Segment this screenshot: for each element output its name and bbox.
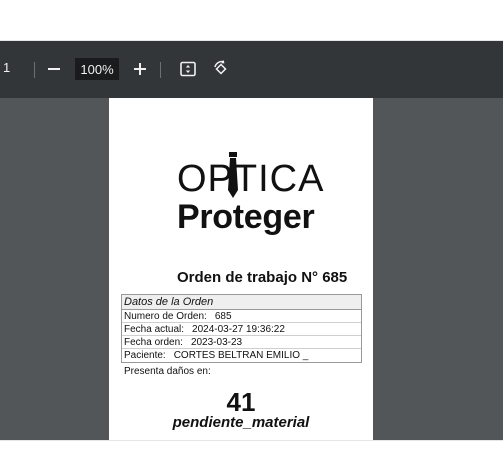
pdf-viewer-area[interactable]: OPTICA Proteger Orden de trabajo N° 685 … bbox=[0, 98, 503, 440]
row-value: 2023-03-23 bbox=[190, 337, 243, 348]
order-title: Orden de trabajo N° 685 bbox=[177, 269, 348, 286]
row-value: CORTES BELTRAN EMILIO _ bbox=[173, 350, 309, 361]
zoom-out-button[interactable] bbox=[42, 57, 66, 81]
toolbar-divider bbox=[160, 62, 161, 78]
order-data-header: Datos de la Orden bbox=[122, 295, 361, 310]
pdf-toolbar: 1 100% bbox=[0, 41, 503, 98]
presenta-label: Presenta daños en: bbox=[124, 366, 211, 377]
minus-icon bbox=[48, 68, 60, 70]
row-label: Numero de Orden: bbox=[124, 311, 207, 322]
browser-bottom-strip bbox=[0, 440, 503, 465]
row-value: 685 bbox=[214, 311, 232, 322]
rotate-icon bbox=[214, 60, 227, 75]
plus-icon bbox=[134, 63, 146, 75]
logo-tie-icon bbox=[228, 152, 238, 198]
browser-top-strip bbox=[0, 0, 503, 41]
order-data-row: Numero de Orden: 685 bbox=[122, 310, 361, 323]
rotate-button[interactable] bbox=[209, 57, 233, 81]
zoom-level-input[interactable]: 100% bbox=[75, 58, 119, 80]
logo-proteger: Proteger bbox=[177, 198, 315, 236]
page-number[interactable]: 1 bbox=[3, 60, 10, 75]
row-value: 2024-03-27 19:36:22 bbox=[192, 324, 285, 335]
row-label: Fecha actual: bbox=[124, 324, 185, 335]
order-data-table: Datos de la Orden Numero de Orden: 685 Fe… bbox=[121, 294, 362, 363]
zoom-in-button[interactable] bbox=[128, 57, 152, 81]
toolbar-divider bbox=[34, 62, 35, 78]
logo-optica: OPTICA bbox=[177, 158, 325, 200]
order-data-row: Fecha actual: 2024-03-27 19:36:22 bbox=[122, 323, 361, 336]
fit-page-button[interactable] bbox=[176, 57, 200, 81]
order-data-row: Fecha orden: 2023-03-23 bbox=[122, 336, 361, 349]
row-label: Paciente: bbox=[124, 350, 166, 361]
fit-page-icon bbox=[180, 61, 196, 77]
order-status: pendiente_material bbox=[172, 414, 310, 431]
pdf-page: OPTICA Proteger Orden de trabajo N° 685 … bbox=[109, 98, 373, 440]
row-label: Fecha orden: bbox=[124, 337, 183, 348]
order-data-row: Paciente: CORTES BELTRAN EMILIO _ bbox=[122, 349, 361, 362]
